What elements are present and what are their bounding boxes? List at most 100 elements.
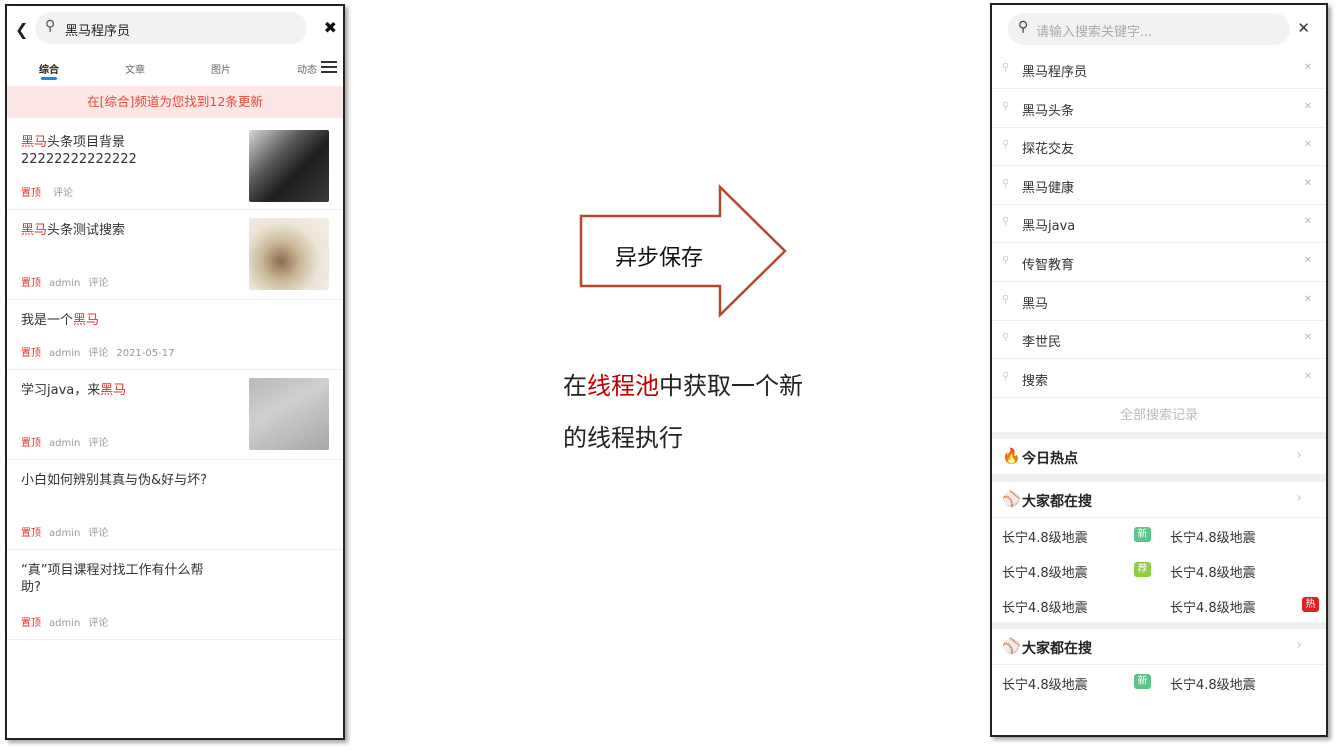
item-title: 黑马头条测试搜索 — [21, 223, 126, 238]
section-divider — [992, 475, 1326, 482]
description-text: 在线程池中获取一个新的线程执行 — [563, 372, 803, 452]
all-history-button[interactable]: 全部搜索记录 — [992, 399, 1326, 433]
close-icon[interactable]: ✕ — [1297, 19, 1310, 37]
tab-comprehensive[interactable]: 综合 — [39, 61, 59, 76]
delete-icon[interactable]: ✕ — [1304, 101, 1312, 112]
search-value: 黑马程序员 — [65, 24, 131, 39]
back-icon[interactable]: ❮ — [15, 20, 28, 39]
delete-icon[interactable]: ✕ — [1304, 216, 1312, 227]
history-label: 黑马程序员 — [1022, 65, 1088, 80]
item-title: 小白如何辨别其真与伪&好与坏? — [21, 473, 208, 488]
chevron-right-icon: › — [1296, 637, 1302, 653]
everyone-search-title: 大家都在搜 — [1022, 641, 1092, 657]
everyone-search-header[interactable]: ⚾ 大家都在搜 › — [992, 482, 1326, 518]
history-item[interactable]: ⚲ 黑马头条 ✕ — [992, 90, 1326, 128]
item-meta: 置顶 admin 评论 2021-05-17 — [21, 348, 175, 359]
today-hot-title: 今日热点 — [1022, 451, 1078, 467]
search-icon: ⚲ — [1002, 332, 1010, 344]
search-icon: ⚲ — [1002, 293, 1010, 305]
search-icon: ⚲ — [1002, 62, 1010, 73]
tab-articles[interactable]: 文章 — [125, 61, 145, 76]
tab-images[interactable]: 图片 — [211, 61, 231, 76]
item-title: 学习java，来黑马 — [21, 383, 127, 398]
history-label: 传智教育 — [1022, 258, 1075, 273]
search-icon: ⚲ — [1002, 177, 1010, 189]
delete-icon[interactable]: ✕ — [1304, 178, 1312, 189]
dribbble-icon: ⚾ — [1002, 637, 1021, 655]
history-item[interactable]: ⚲ 黑马java ✕ — [992, 205, 1326, 244]
delete-icon[interactable]: ✕ — [1304, 255, 1312, 266]
history-item[interactable]: ⚲ 黑马健康 ✕ — [992, 167, 1326, 205]
new-badge: 新 — [1134, 674, 1151, 689]
delete-icon[interactable]: ✕ — [1304, 62, 1312, 73]
history-label: 李世民 — [1022, 335, 1062, 351]
search-history-phone: ⚲ 请输入搜索关键字... ✕ ⚲ 黑马程序员 ✕ ⚲ 黑马头条 ✕ ⚲ 探花交友 ✕ ⚲ 黑马健康… — [990, 3, 1328, 737]
hot-search-item[interactable]: 长宁4.8级地震 — [1002, 674, 1088, 693]
hot-search-item[interactable]: 长宁4.8级地震 — [1002, 597, 1088, 616]
search-icon: ⚲ — [1002, 255, 1010, 266]
section-divider — [992, 432, 1326, 439]
search-results-phone: ❮ ⚲ 黑马程序员 ✖ 综合 文章 图片 动态 在[综合]频道为您找到12条更新… — [5, 4, 345, 740]
item-meta: 置顶 评论 — [21, 188, 73, 199]
search-icon: ⚲ — [1002, 216, 1010, 228]
search-input[interactable]: ⚲ 请输入搜索关键字... — [1008, 13, 1290, 45]
history-label: 黑马 — [1022, 296, 1049, 312]
search-icon: ⚲ — [1018, 19, 1029, 35]
article-thumbnail — [249, 218, 329, 290]
search-icon: ⚲ — [1002, 370, 1010, 382]
item-meta: 置顶 admin 评论 — [21, 278, 109, 289]
history-item[interactable]: ⚲ 探花交友 ✕ — [992, 128, 1326, 167]
menu-icon[interactable] — [321, 58, 337, 76]
hot-search-item[interactable]: 长宁4.8级地震 — [1170, 674, 1256, 693]
list-item[interactable]: 学习java，来黑马 置顶 admin 评论 — [7, 370, 343, 460]
item-meta: 置顶 admin 评论 — [21, 528, 109, 539]
list-item[interactable]: 黑马头条项目背景 22222222222222 置顶 评论 — [7, 122, 343, 210]
hot-search-item[interactable]: 长宁4.8级地震 — [1170, 562, 1256, 581]
delete-icon[interactable]: ✕ — [1304, 139, 1312, 150]
search-icon: ⚲ — [45, 18, 56, 34]
today-hot-header[interactable]: 🔥 今日热点 › — [992, 439, 1326, 475]
hot-search-item[interactable]: 长宁4.8级地震 — [1002, 562, 1088, 581]
history-item[interactable]: ⚲ 李世民 ✕ — [992, 321, 1326, 360]
new-badge: 新 — [1134, 527, 1151, 542]
close-icon[interactable]: ✖ — [324, 18, 337, 37]
chevron-right-icon: › — [1296, 490, 1302, 506]
history-label: 黑马健康 — [1022, 180, 1075, 196]
history-item[interactable]: ⚲ 搜索 ✕ — [992, 360, 1326, 398]
hot-search-item[interactable]: 长宁4.8级地震 — [1170, 527, 1256, 546]
history-item[interactable]: ⚲ 传智教育 ✕ — [992, 244, 1326, 282]
recommend-badge: 荐 — [1134, 562, 1151, 577]
history-label: 黑马java — [1022, 219, 1076, 235]
channel-tabs: 综合 文章 图片 动态 — [7, 54, 343, 84]
item-title: “真”项目课程对找工作有什么帮助? — [21, 563, 204, 595]
delete-icon[interactable]: ✕ — [1304, 332, 1312, 343]
list-item[interactable]: 黑马头条测试搜索 置顶 admin 评论 — [7, 210, 343, 300]
tab-dynamics[interactable]: 动态 — [297, 61, 317, 76]
active-tab-indicator — [41, 77, 57, 80]
history-item[interactable]: ⚲ 黑马程序员 ✕ — [992, 51, 1326, 89]
search-icon: ⚲ — [1002, 139, 1010, 151]
hot-search-item[interactable]: 长宁4.8级地震 — [1002, 527, 1088, 546]
history-label: 探花交友 — [1022, 142, 1075, 158]
everyone-search-title: 大家都在搜 — [1022, 494, 1092, 510]
list-item[interactable]: 我是一个黑马 置顶 admin 评论 2021-05-17 — [7, 300, 343, 370]
history-label: 黑马头条 — [1022, 103, 1075, 119]
item-meta: 置顶 admin 评论 — [21, 438, 109, 449]
list-item[interactable]: “真”项目课程对找工作有什么帮助? 置顶 admin 评论 — [7, 550, 343, 640]
hot-badge: 热 — [1302, 597, 1319, 612]
item-title: 我是一个黑马 — [21, 313, 100, 328]
article-thumbnail — [249, 130, 329, 202]
delete-icon[interactable]: ✕ — [1304, 371, 1312, 382]
search-placeholder: 请输入搜索关键字... — [1036, 25, 1153, 40]
result-notice: 在[综合]频道为您找到12条更新 — [7, 86, 343, 118]
everyone-search-header[interactable]: ⚾ 大家都在搜 › — [992, 629, 1326, 665]
list-item[interactable]: 小白如何辨别其真与伪&好与坏? 置顶 admin 评论 — [7, 460, 343, 550]
section-divider — [992, 622, 1326, 629]
delete-icon[interactable]: ✕ — [1304, 294, 1312, 305]
hot-search-item[interactable]: 长宁4.8级地震 — [1170, 597, 1256, 616]
search-header: ❮ ⚲ 黑马程序员 ✖ — [7, 6, 343, 54]
item-meta: 置顶 admin 评论 — [21, 618, 109, 629]
chevron-right-icon: › — [1296, 447, 1302, 463]
search-input[interactable]: ⚲ 黑马程序员 — [35, 12, 307, 44]
history-item[interactable]: ⚲ 黑马 ✕ — [992, 283, 1326, 321]
